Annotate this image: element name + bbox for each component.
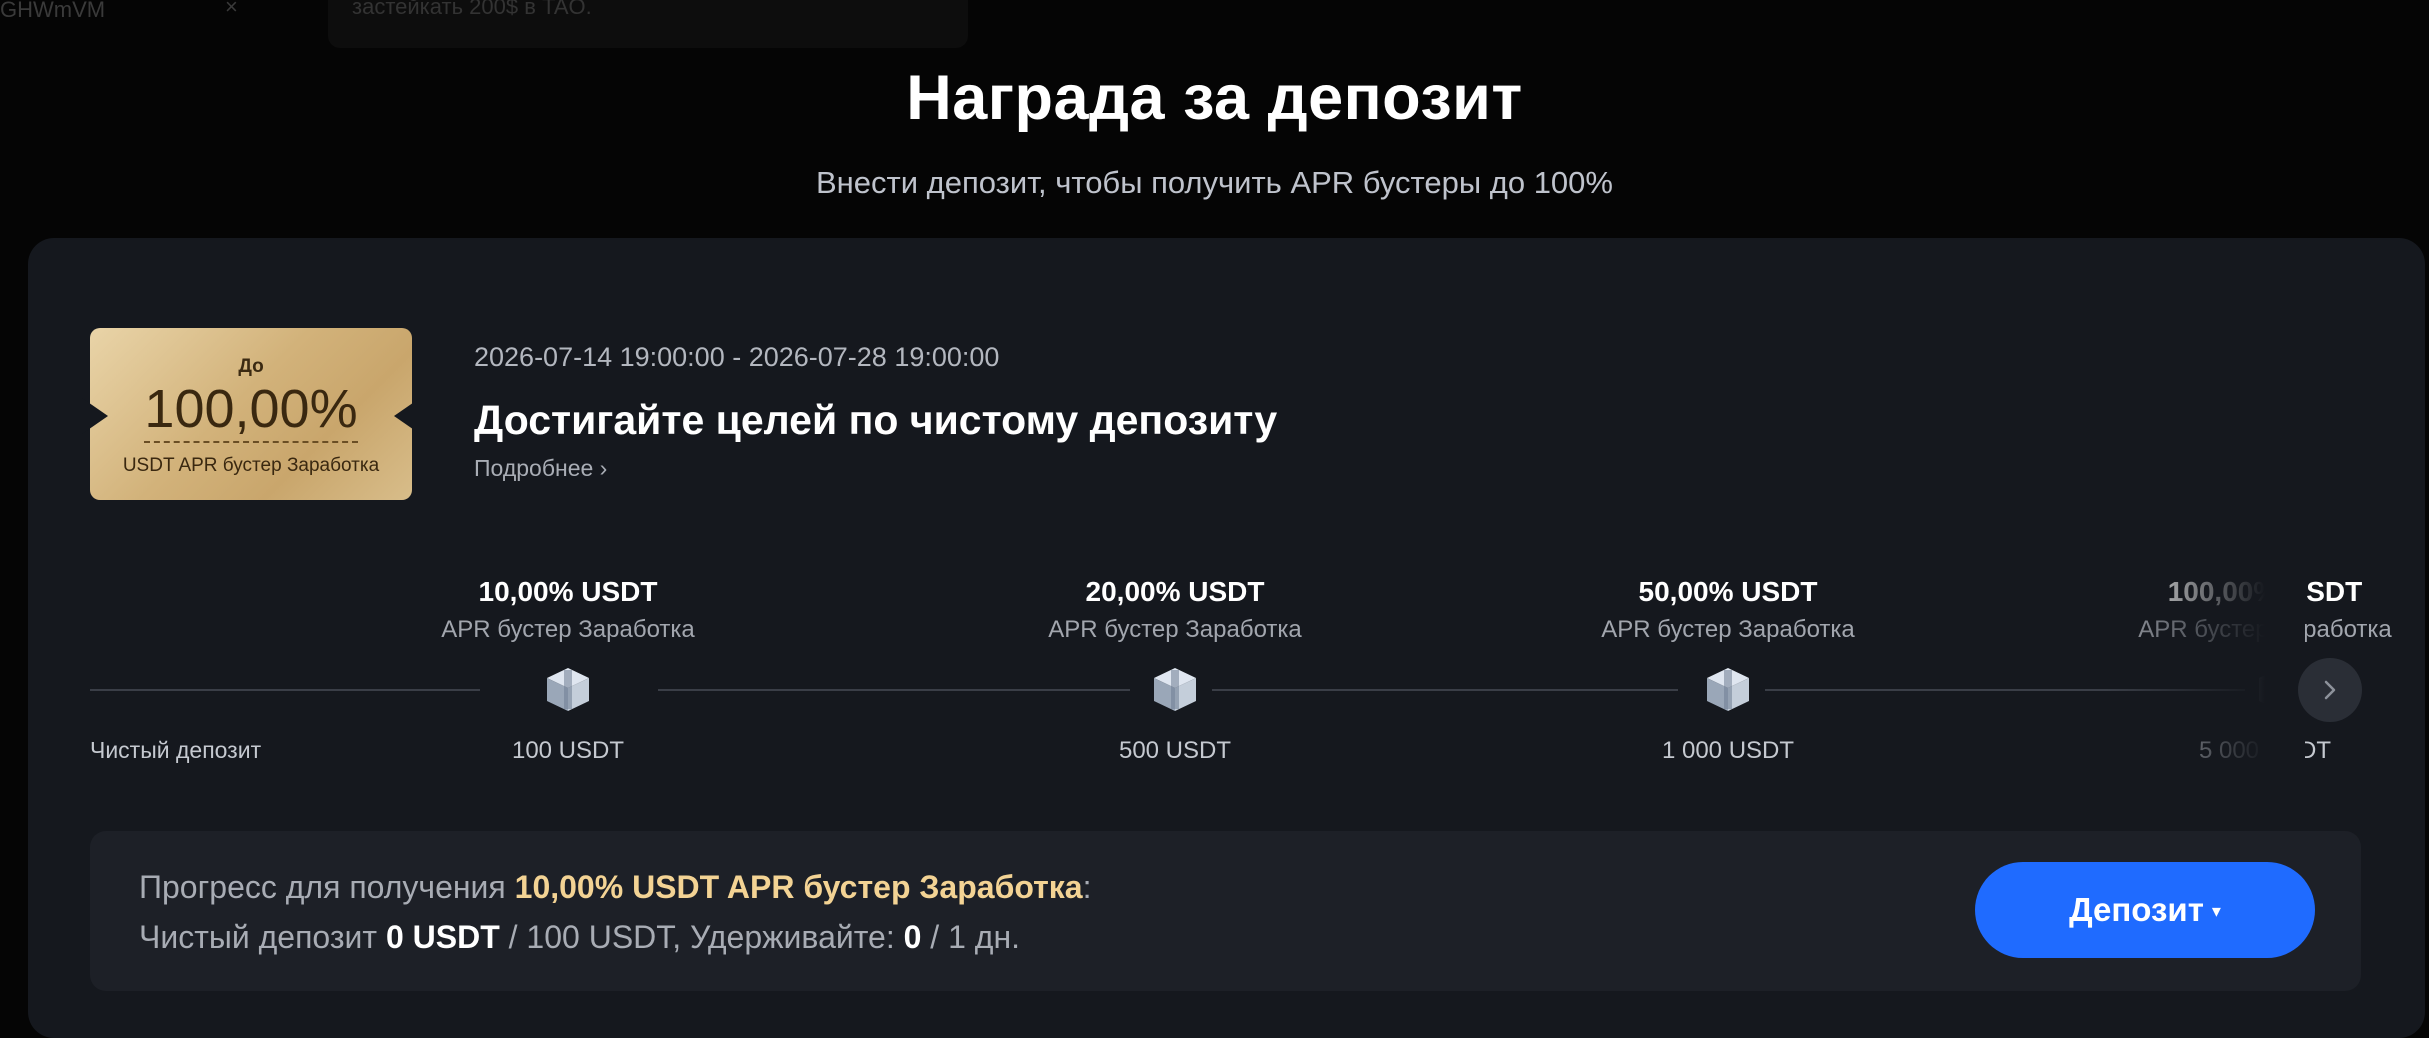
tier-1-label: APR бустер Заработка (441, 616, 695, 643)
coupon-upto: До (238, 356, 264, 377)
progress-line-status: Чистый депозит 0 USDT / 100 USDT, Удержи… (139, 919, 1020, 956)
progress-sep: / (499, 919, 527, 955)
tier-1-amount: 100 USDT (511, 737, 625, 764)
chevron-right-icon: › (599, 455, 608, 481)
hold-current: 0 (903, 919, 922, 955)
progress-track-segment (90, 689, 480, 691)
coupon-coin: USDT (122, 455, 175, 476)
tier-3-header: 50,00% USDT APR бустер Заработка (1548, 576, 1908, 644)
tier-3-label: APR бустер Заработка (1601, 616, 1855, 643)
campaign-title: Достигайте целей по чистому депозиту (474, 397, 1278, 443)
chevron-right-icon (2324, 680, 2336, 700)
tier-3-amount: 1 000 USDT (1661, 737, 1795, 764)
more-link[interactable]: Подробнее › (474, 455, 607, 482)
background-message-text: застейкать 200$ в TAO. (352, 0, 592, 19)
carousel-fade (2105, 560, 2305, 780)
more-link-label: Подробнее (474, 455, 594, 481)
close-icon[interactable]: × (225, 0, 238, 18)
tier-2-percent: 20,00% USDT (1085, 576, 1265, 607)
coupon-description: USDT APR бустер Заработка (90, 455, 412, 477)
tier-1-percent: 10,00% USDT (478, 576, 658, 607)
coupon-desc-text: APR бустер Заработка (178, 455, 380, 476)
background-tab[interactable]: GHWmVM × (0, 0, 275, 30)
progress-net-label: Чистый депозит (139, 919, 386, 955)
coupon-percent: 100,00% (144, 379, 358, 443)
background-tab-title: GHWmVM (0, 0, 106, 22)
tier-2-amount: 500 USDT (1118, 737, 1232, 764)
progress-target: 10,00% USDT APR бустер Заработка (514, 869, 1083, 905)
hold-goal: / 1 дн. (921, 919, 1020, 955)
tier-2-header: 20,00% USDT APR бустер Заработка (995, 576, 1355, 644)
coupon-percent-wrap: 100,00% (90, 378, 412, 443)
gift-box-icon (1707, 668, 1749, 711)
deposit-button-label: Депозит (2069, 891, 2204, 928)
gift-box-icon (1154, 668, 1196, 711)
caret-down-icon: ▾ (2211, 900, 2221, 921)
page-subtitle: Внести депозит, чтобы получить APR бусте… (816, 165, 1613, 200)
campaign-dates: 2026-07-14 19:00:00 - 2026-07-28 19:00:0… (474, 342, 1000, 372)
reward-coupon: До 100,00% USDT APR бустер Заработка (82, 328, 420, 500)
progress-colon: : (1082, 869, 1092, 905)
deposit-button[interactable]: Депозит ▾ (1975, 862, 2315, 958)
progress-line-target: Прогресс для получения 10,00% USDT APR б… (139, 869, 1091, 906)
progress-goal: 100 USDT, Удерживайте: (526, 919, 904, 955)
progress-current: 0 USDT (385, 919, 500, 955)
tier-3-percent: 50,00% USDT (1638, 576, 1818, 607)
progress-track-segment (1212, 689, 1678, 691)
page-title: Награда за депозит (906, 63, 1523, 133)
tier-1-header: 10,00% USDT APR бустер Заработка (388, 576, 748, 644)
progress-prefix: Прогресс для получения (139, 869, 515, 905)
gift-box-icon (547, 668, 589, 711)
net-deposit-label: Чистый депозит (90, 737, 262, 763)
background-message: застейкать 200$ в TAO. (328, 0, 968, 48)
carousel-next-button[interactable] (2298, 658, 2362, 722)
progress-track-segment (658, 689, 1130, 691)
tier-2-label: APR бустер Заработка (1048, 616, 1302, 643)
